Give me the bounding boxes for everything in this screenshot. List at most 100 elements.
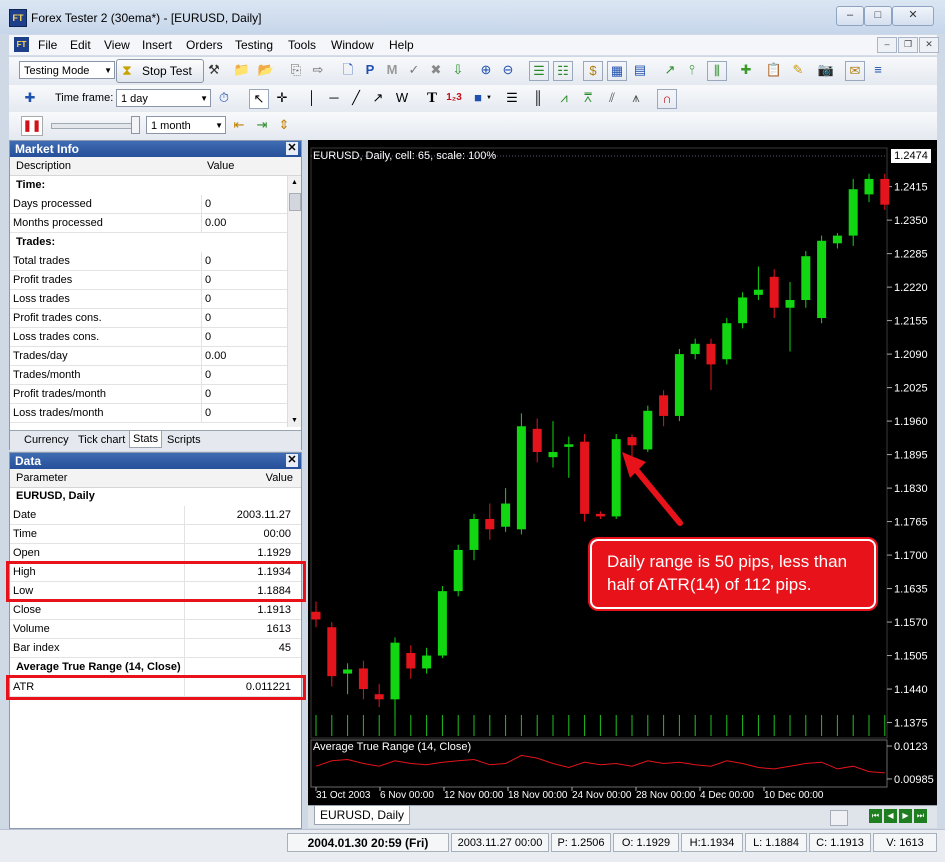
scroll-thumb[interactable] [289, 193, 301, 211]
mdi-minimize-button[interactable]: – [877, 37, 897, 53]
export-icon[interactable]: ⇨ [309, 61, 327, 79]
candle-body[interactable] [848, 189, 858, 236]
candle-body[interactable] [738, 297, 748, 324]
menu-window[interactable]: Window [331, 38, 374, 52]
brush-icon[interactable]: ✎ [789, 61, 807, 79]
maximize-button[interactable]: □ [864, 6, 892, 26]
open-project-icon[interactable]: 📂 [257, 61, 275, 79]
bar-chart-icon[interactable]: ⫯ [683, 61, 701, 79]
fan-icon[interactable]: ⩘ [555, 89, 573, 107]
new-chart-icon[interactable]: ✚ [21, 89, 39, 107]
candle-body[interactable] [801, 256, 811, 301]
menu-view[interactable]: View [104, 38, 130, 52]
table-icon[interactable]: ▤ [631, 61, 649, 79]
column-header-description[interactable]: Description [16, 160, 71, 172]
pitchfork-icon[interactable]: ⩚ [627, 89, 645, 107]
magnet-icon[interactable]: ∩ [657, 89, 677, 109]
chart-scroll-thumb[interactable] [830, 810, 848, 826]
timer-icon[interactable]: ⏱ [215, 89, 233, 107]
minimize-button[interactable]: – [836, 6, 864, 26]
open-folder-icon[interactable]: 📁 [233, 61, 251, 79]
copy-icon[interactable]: ⎘ [287, 61, 305, 79]
chart-tab-eurusd[interactable]: EURUSD, Daily [314, 806, 411, 825]
menu-insert[interactable]: Insert [142, 38, 172, 52]
p-icon[interactable]: P [361, 61, 379, 79]
scroll-prev-icon[interactable]: ◀ [884, 809, 897, 823]
candle-body[interactable] [785, 300, 795, 308]
candle-body[interactable] [580, 441, 590, 514]
menu-edit[interactable]: Edit [70, 38, 91, 52]
close-button[interactable]: ✕ [892, 6, 934, 26]
column-header-value[interactable]: Value [266, 472, 293, 484]
menu-file[interactable]: File [38, 38, 57, 52]
template-icon[interactable]: 📋 [765, 61, 783, 79]
list-icon[interactable]: ≡ [869, 61, 887, 79]
candle-body[interactable] [501, 503, 511, 527]
step-back-icon[interactable]: ⇤ [230, 116, 248, 134]
candle-body[interactable] [485, 519, 495, 530]
crosshair-icon[interactable]: ✛ [273, 89, 291, 107]
menu-lines-icon[interactable]: ☰ [503, 89, 521, 107]
candle-body[interactable] [311, 611, 321, 620]
check-icon[interactable]: ✓ [405, 61, 423, 79]
candle-body[interactable] [690, 343, 700, 355]
scroll-last-icon[interactable]: ⏭ [914, 809, 927, 823]
calculator-icon[interactable]: ▦ [607, 61, 627, 81]
candle-body[interactable] [817, 240, 827, 319]
candle-body[interactable] [343, 669, 353, 674]
close-icon[interactable]: ✕ [286, 142, 298, 155]
candle-body[interactable] [422, 655, 432, 669]
tab-tick-chart[interactable]: Tick chart [78, 434, 125, 446]
candle-body[interactable] [659, 395, 669, 416]
close-icon[interactable]: ✕ [286, 454, 298, 467]
mdi-close-button[interactable]: ✕ [919, 37, 939, 53]
menu-tools[interactable]: Tools [288, 38, 316, 52]
column-header-value[interactable]: Value [207, 160, 234, 172]
menu-orders[interactable]: Orders [186, 38, 223, 52]
candle-body[interactable] [769, 276, 779, 308]
tab-stats[interactable]: Stats [129, 431, 163, 448]
vertical-line-icon[interactable]: │ [303, 89, 321, 107]
news-icon[interactable]: ✉ [845, 61, 865, 81]
candle-body[interactable] [674, 354, 684, 416]
candle-body[interactable] [753, 289, 763, 295]
document-icon[interactable]: FT [14, 37, 29, 52]
step-forward-icon[interactable]: ⇥ [253, 116, 271, 134]
candle-body[interactable] [453, 549, 463, 592]
delete-icon[interactable]: ✖ [427, 61, 445, 79]
chart-candles-icon[interactable]: ☷ [553, 61, 573, 81]
zoom-in-icon[interactable]: ⊕ [477, 61, 495, 79]
time-frame-select[interactable]: 1 day ▼ [116, 89, 211, 107]
candle-body[interactable] [832, 235, 842, 244]
scroll-down-icon[interactable]: ▼ [288, 414, 301, 427]
candle-body[interactable] [374, 694, 384, 700]
candle-body[interactable] [722, 323, 732, 360]
app-icon[interactable]: FT [9, 9, 27, 27]
candle-body[interactable] [706, 343, 716, 365]
shapes-dropdown-icon[interactable]: ▼ [485, 94, 493, 102]
candle-body[interactable] [548, 452, 558, 458]
ray-icon[interactable]: ↗ [369, 89, 387, 107]
candle-body[interactable] [406, 652, 416, 669]
vertical-bars-icon[interactable]: ║ [529, 89, 547, 107]
zoom-out-icon[interactable]: ⊖ [499, 61, 517, 79]
settings-icon[interactable]: ⚒ [205, 61, 223, 79]
money-icon[interactable]: $ [583, 61, 603, 81]
download-icon[interactable]: ⇩ [449, 61, 467, 79]
scroll-first-icon[interactable]: ⏮ [869, 809, 882, 823]
menu-testing[interactable]: Testing [235, 38, 273, 52]
pause-button[interactable]: ❚❚ [21, 116, 43, 136]
menu-help[interactable]: Help [389, 38, 414, 52]
wave-icon[interactable]: W [393, 89, 411, 107]
column-header-parameter[interactable]: Parameter [16, 472, 67, 484]
stop-test-button[interactable]: ⧗ Stop Test [116, 59, 204, 83]
candle-body[interactable] [390, 642, 400, 700]
cursor-icon[interactable]: ↖ [249, 89, 269, 109]
candle-body[interactable] [469, 519, 479, 550]
m-icon[interactable]: M [383, 61, 401, 79]
mdi-restore-button[interactable]: ❐ [898, 37, 918, 53]
candle-body[interactable] [437, 591, 447, 656]
candle-body[interactable] [327, 627, 337, 677]
tab-currency[interactable]: Currency [24, 434, 69, 446]
channel-icon[interactable]: ⫽ [603, 89, 621, 107]
